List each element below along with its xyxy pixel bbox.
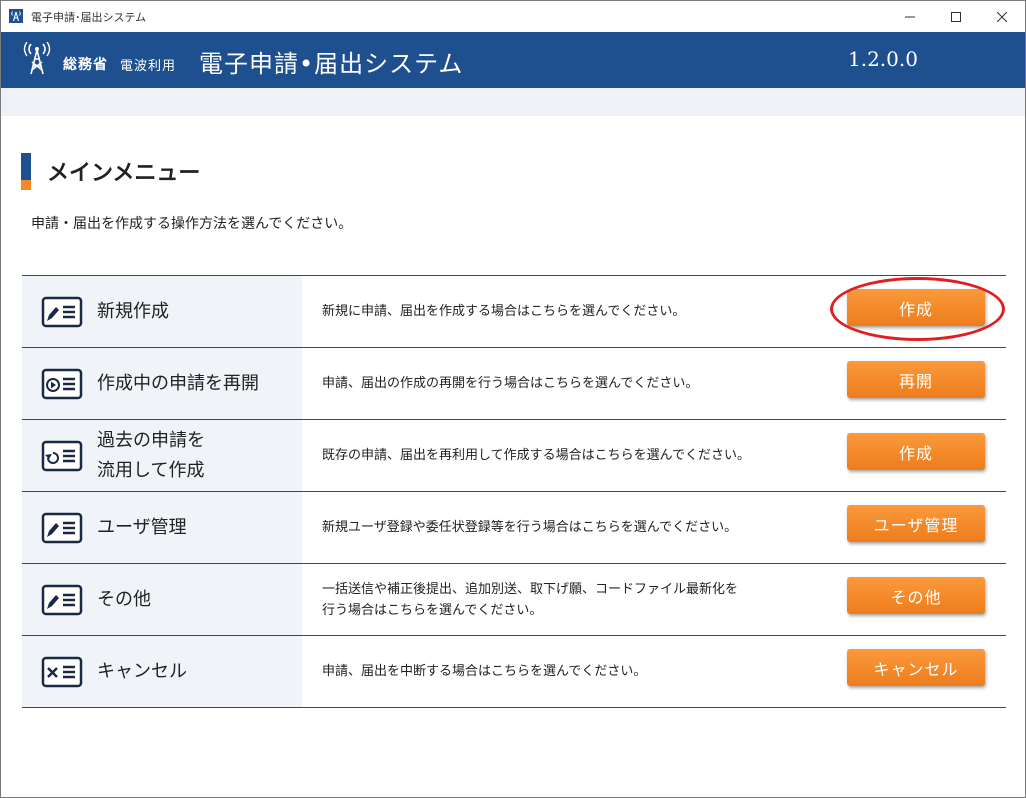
page-description: 申請・届出を作成する操作方法を選んでください。 xyxy=(31,216,353,232)
menu-description: 新規に申請、届出を作成する場合はこちらを選んでください。 xyxy=(322,304,686,319)
minimize-icon xyxy=(905,16,915,17)
close-icon xyxy=(997,11,1007,22)
ministry-name: 総務省 xyxy=(63,57,108,73)
minimize-button[interactable] xyxy=(887,1,933,32)
menu-row-user-management: ユーザ管理 新規ユーザ登録や委任状登録等を行う場合はこちらを選んでください。 ユ… xyxy=(22,491,1006,563)
section-marker xyxy=(21,153,31,190)
menu-description: 申請、届出の作成の再開を行う場合はこちらを選んでください。 xyxy=(322,376,699,391)
create-from-past-button[interactable]: 作成 xyxy=(847,433,985,470)
user-management-button[interactable]: ユーザ管理 xyxy=(847,505,985,542)
document-play-icon xyxy=(41,368,83,400)
menu-row-header: 作成中の申請を再開 xyxy=(22,348,302,419)
document-pen-icon xyxy=(41,296,83,328)
document-pen-icon xyxy=(41,512,83,544)
other-button[interactable]: その他 xyxy=(847,577,985,614)
menu-label: 作成中の申請を再開 xyxy=(97,372,259,394)
highlight-circle xyxy=(830,277,1005,341)
application-window: 電子申請･届出システム 総務省 電波利用 電子申請•届出システム 1.2.0.0… xyxy=(0,0,1026,798)
menu-label: 新規作成 xyxy=(97,300,169,322)
menu-row-header: 過去の申請を 流用して作成 xyxy=(22,420,302,491)
app-header: 総務省 電波利用 電子申請•届出システム 1.2.0.0 xyxy=(1,32,1025,88)
cancel-button[interactable]: キャンセル xyxy=(847,649,985,686)
menu-label: その他 xyxy=(97,588,151,610)
menu-row-header: ユーザ管理 xyxy=(22,492,302,563)
window-title: 電子申請･届出システム xyxy=(31,11,147,24)
menu-description: 既存の申請、届出を再利用して作成する場合はこちらを選んでください。 xyxy=(322,448,750,463)
page-title: メインメニュー xyxy=(47,161,201,186)
main-menu-table: 新規作成 新規に申請、届出を作成する場合はこちらを選んでください。 作成 作成中… xyxy=(22,275,1006,708)
menu-row-header: その他 xyxy=(22,564,302,635)
maximize-button[interactable] xyxy=(933,1,979,32)
menu-row-cancel: キャンセル 申請、届出を中断する場合はこちらを選んでください。 キャンセル xyxy=(22,635,1006,708)
system-title: 電子申請•届出システム xyxy=(199,50,464,78)
title-bar: 電子申請･届出システム xyxy=(1,1,1025,32)
menu-description: 新規ユーザ登録や委任状登録等を行う場合はこちらを選んでください。 xyxy=(322,520,738,535)
close-button[interactable] xyxy=(979,1,1025,32)
menu-row-header: 新規作成 xyxy=(22,276,302,347)
version-label: 1.2.0.0 xyxy=(848,47,918,71)
menu-label: ユーザ管理 xyxy=(97,516,187,538)
document-cancel-icon xyxy=(41,656,83,688)
app-icon xyxy=(9,9,23,23)
menu-row-other: その他 一括送信や補正後提出、追加別送、取下げ願、コードファイル最新化を 行う場… xyxy=(22,563,1006,635)
menu-row-header: キャンセル xyxy=(22,636,302,707)
service-name: 電波利用 xyxy=(120,59,177,74)
header-subbar xyxy=(1,88,1025,116)
resume-button[interactable]: 再開 xyxy=(847,361,985,398)
document-reuse-icon xyxy=(41,440,83,472)
menu-label: キャンセル xyxy=(97,660,187,682)
menu-row-resume: 作成中の申請を再開 申請、届出の作成の再開を行う場合はこちらを選んでください。 … xyxy=(22,347,1006,419)
document-pen-icon xyxy=(41,584,83,616)
menu-description: 申請、届出を中断する場合はこちらを選んでください。 xyxy=(322,664,647,679)
menu-description: 一括送信や補正後提出、追加別送、取下げ願、コードファイル最新化を 行う場合はこち… xyxy=(322,581,739,618)
maximize-icon xyxy=(951,11,961,22)
menu-row-reuse: 過去の申請を 流用して作成 既存の申請、届出を再利用して作成する場合はこちらを選… xyxy=(22,419,1006,491)
menu-label: 過去の申請を 流用して作成 xyxy=(97,429,205,481)
radio-tower-icon xyxy=(23,42,51,75)
